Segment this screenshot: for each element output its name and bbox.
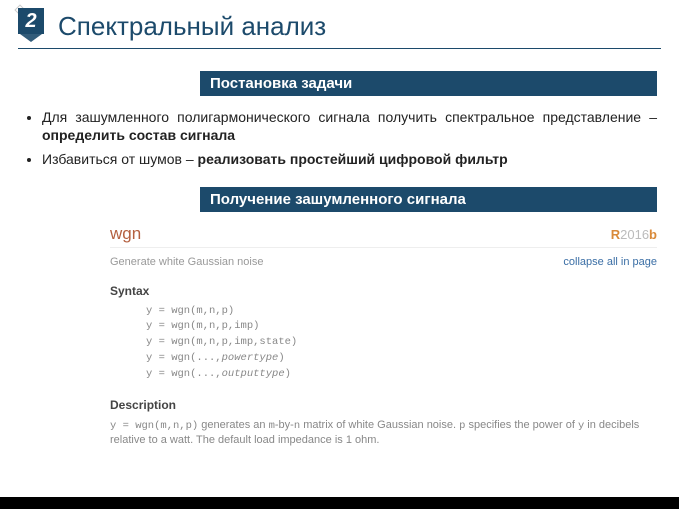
badge-flap-icon [20,34,42,42]
bullet-2-text: Избавиться от шумов – [42,151,198,167]
bullet-list: Для зашумленного полигармонического сигн… [42,108,657,169]
bullet-item-1: Для зашумленного полигармонического сигн… [42,108,657,144]
bullet-1-bold: определить состав сигнала [42,127,235,143]
page-title: Спектральный анализ [58,11,326,42]
function-name: wgn [110,224,141,244]
doc-subheader: Generate white Gaussian noise collapse a… [110,256,657,268]
description-heading: Description [110,398,657,412]
bullet-item-2: Избавиться от шумов – реализовать просте… [42,150,657,168]
doc-subtitle: Generate white Gaussian noise [110,256,263,268]
version-r: R [611,227,620,242]
version-label: R2016b [611,227,657,242]
bullet-2-bold: реализовать простейший цифровой фильтр [198,151,508,167]
code-line-2: y = wgn(m,n,p,imp) [146,319,657,335]
page-number: 2 [18,8,44,34]
matlab-doc-snippet: wgn R2016b Generate white Gaussian noise… [110,224,657,449]
collapse-all-link[interactable]: collapse all in page [563,256,657,268]
code-line-4: y = wgn(...,powertype) [146,351,657,367]
section-problem-statement: Постановка задачи [200,71,657,96]
section-noisy-signal: Получение зашумленного сигнала [200,187,657,212]
version-b: b [649,227,657,242]
description-text: y = wgn(m,n,p) generates an m-by-n matri… [110,418,657,448]
footer-bar [0,497,679,509]
bullet-1-text: Для зашумленного полигармонического сигн… [42,109,657,125]
doc-header: wgn R2016b [110,224,657,248]
syntax-code: y = wgn(m,n,p) y = wgn(m,n,p,imp) y = wg… [146,304,657,383]
version-year: 2016 [620,227,649,242]
code-line-3: y = wgn(m,n,p,imp,state) [146,335,657,351]
page-number-badge: 2 [18,8,48,44]
slide-header: 2 Спектральный анализ [0,0,679,48]
code-line-5: y = wgn(...,outputtype) [146,367,657,383]
syntax-heading: Syntax [110,284,657,298]
title-underline [18,48,661,49]
desc-code-call: y = wgn(m,n,p) [110,420,198,432]
code-line-1: y = wgn(m,n,p) [146,304,657,320]
